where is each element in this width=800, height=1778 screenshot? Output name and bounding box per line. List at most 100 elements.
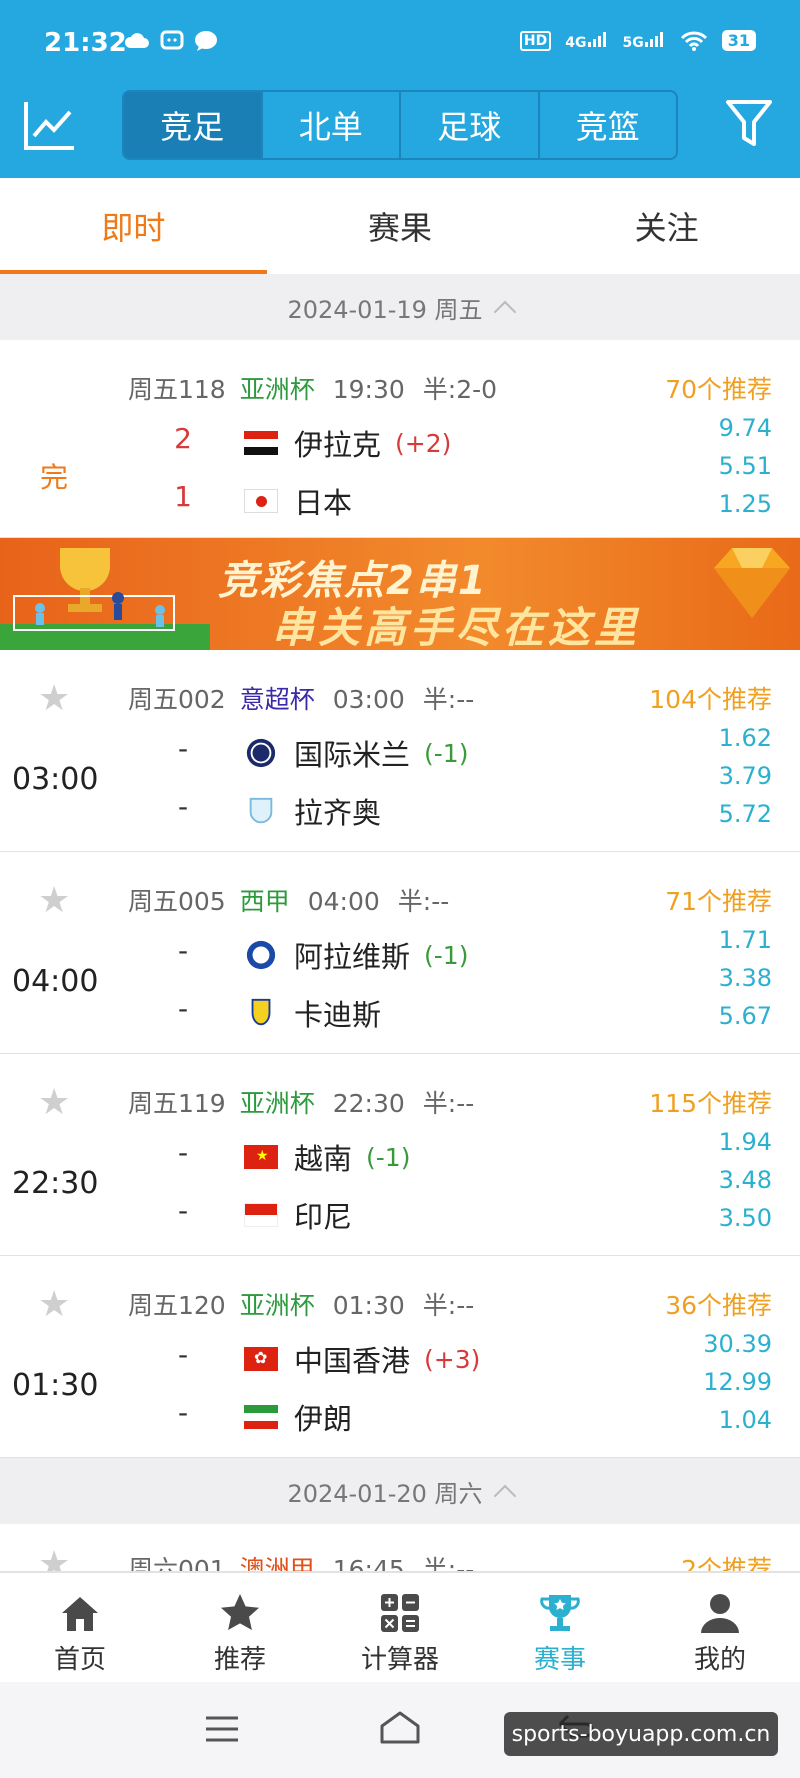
odds-loss[interactable]: 1.25 [719, 490, 772, 518]
watermark: sports-boyuapp.com.cn [504, 1712, 778, 1756]
status-bar: 21:32 HD 4G 5G 31 [0, 0, 800, 88]
kickoff-time: 22:30 [332, 1089, 405, 1118]
odds-draw[interactable]: 5.51 [719, 452, 772, 480]
away-score: - [177, 992, 189, 1025]
match-row[interactable]: 完 周五118 亚洲杯 19:30 半:2-0 70个推荐 2 1 伊拉克 (+2) … [0, 340, 800, 538]
menu-icon[interactable] [204, 1714, 240, 1744]
odds-draw[interactable]: 12.99 [703, 1368, 772, 1396]
odds-loss[interactable]: 1.04 [719, 1406, 772, 1434]
half-score: 半:-- [397, 887, 450, 916]
segment-jingzu[interactable]: 竞足 [124, 92, 263, 158]
match-meta: 周五119 亚洲杯 22:30 半:-- [128, 1084, 474, 1120]
star-icon[interactable]: ★ [38, 1284, 70, 1325]
nav-home[interactable]: 首页 [0, 1573, 160, 1682]
odds-draw[interactable]: 3.38 [719, 964, 772, 992]
vietnam-flag-icon: ★ [244, 1145, 278, 1169]
tab-following[interactable]: 关注 [533, 178, 800, 274]
japan-flag-icon [244, 489, 278, 513]
match-row[interactable]: ★ 04:00 周五005 西甲 04:00 半:-- 71个推荐 - - 阿拉维斯 … [0, 852, 800, 1054]
away-score: - [177, 1194, 189, 1227]
kickoff-time: 16:45 [332, 1555, 405, 1572]
bottom-nav: 首页 推荐 计算器 赛事 我的 [0, 1572, 800, 1682]
home-team-name: 伊拉克 [294, 428, 382, 462]
match-meta: 周五120 亚洲杯 01:30 半:-- [128, 1286, 474, 1322]
match-meta: 周五005 西甲 04:00 半:-- [128, 882, 449, 918]
away-team: 日本 [244, 480, 352, 522]
message-icon [160, 30, 184, 50]
away-score: - [177, 790, 189, 823]
half-score: 半:-- [422, 685, 475, 714]
recommend-count[interactable]: 2个推荐 [681, 1550, 772, 1571]
match-code: 周五005 [128, 887, 226, 916]
recommend-count[interactable]: 115个推荐 [649, 1084, 772, 1120]
match-row[interactable]: ★ 03:00 周五002 意超杯 03:00 半:-- 104个推荐 - - 国际米… [0, 650, 800, 852]
nav-events[interactable]: 赛事 [480, 1573, 640, 1682]
system-indicators: HD 4G 5G 31 [519, 30, 756, 51]
signal-bars-icon [644, 31, 663, 47]
away-team-name: 印尼 [294, 1200, 353, 1234]
odds-loss[interactable]: 3.50 [719, 1204, 772, 1232]
star-icon[interactable]: ★ [38, 1544, 70, 1571]
trend-chart-icon[interactable] [22, 98, 78, 154]
odds-win[interactable]: 1.62 [719, 724, 772, 752]
star-icon[interactable]: ★ [38, 678, 70, 719]
odds-win[interactable]: 9.74 [719, 414, 772, 442]
signal-4g: 4G [565, 31, 608, 51]
segment-jinglan[interactable]: 竞篮 [540, 92, 677, 158]
recommend-count[interactable]: 70个推荐 [665, 370, 772, 406]
alaves-logo-icon [246, 940, 276, 970]
promo-banner[interactable]: 竞彩焦点2串1 串关高手尽在这里 [0, 538, 800, 650]
handicap: (-1) [366, 1142, 411, 1172]
tab-results[interactable]: 赛果 [267, 178, 534, 274]
segment-beidan[interactable]: 北单 [263, 92, 401, 158]
nav-calculator[interactable]: 计算器 [320, 1573, 480, 1682]
inter-milan-logo-icon [246, 738, 276, 768]
league-name: 意超杯 [239, 685, 315, 714]
half-score: 半:-- [422, 1089, 475, 1118]
recommend-count[interactable]: 104个推荐 [649, 680, 772, 716]
match-time: 03:00 [12, 762, 99, 797]
odds-loss[interactable]: 5.72 [719, 800, 772, 828]
away-team: 卡迪斯 [244, 992, 381, 1034]
match-code: 周五118 [128, 375, 226, 404]
star-icon[interactable]: ★ [38, 880, 70, 921]
odds-draw[interactable]: 3.79 [719, 762, 772, 790]
odds-win[interactable]: 30.39 [703, 1330, 772, 1358]
date-header[interactable]: 2024-01-19 周五 [0, 274, 800, 340]
odds-win[interactable]: 1.71 [719, 926, 772, 954]
nav-label: 赛事 [533, 1645, 586, 1675]
odds-win[interactable]: 1.94 [719, 1128, 772, 1156]
nav-recommend[interactable]: 推荐 [160, 1573, 320, 1682]
away-team-name: 卡迪斯 [294, 998, 382, 1032]
segment-football[interactable]: 足球 [401, 92, 540, 158]
match-code: 周五120 [128, 1291, 226, 1320]
recommend-count[interactable]: 36个推荐 [665, 1286, 772, 1322]
nav-profile[interactable]: 我的 [640, 1573, 800, 1682]
recommend-count[interactable]: 71个推荐 [665, 882, 772, 918]
match-row[interactable]: ★ 周六001 澳洲甲 16:45 半:-- 2个推荐 [0, 1524, 800, 1572]
handicap: (-1) [424, 738, 469, 768]
match-time: 01:30 [12, 1368, 99, 1403]
handicap: (+2) [395, 428, 452, 458]
wifi-icon [680, 31, 707, 51]
away-score: 1 [174, 480, 192, 513]
home-button-icon[interactable] [378, 1710, 422, 1746]
hd-indicator: HD [519, 30, 552, 51]
star-icon [221, 1594, 259, 1630]
odds-loss[interactable]: 5.67 [719, 1002, 772, 1030]
home-score: - [177, 934, 189, 967]
match-row[interactable]: ★ 22:30 周五119 亚洲杯 22:30 半:-- 115个推荐 - - ★ 越… [0, 1054, 800, 1256]
match-row[interactable]: ★ 01:30 周五120 亚洲杯 01:30 半:-- 36个推荐 - - ✿ 中国… [0, 1256, 800, 1458]
home-score: - [177, 732, 189, 765]
half-score: 半:-- [422, 1555, 475, 1572]
tab-live[interactable]: 即时 [0, 178, 267, 274]
filter-icon[interactable] [724, 98, 774, 150]
date-header[interactable]: 2024-01-20 周六 [0, 1458, 800, 1524]
home-team-name: 阿拉维斯 [294, 940, 411, 974]
odds-draw[interactable]: 3.48 [719, 1166, 772, 1194]
home-team: 阿拉维斯 (-1) [244, 934, 468, 976]
home-team-name: 中国香港 [294, 1344, 411, 1378]
nav-label: 推荐 [213, 1645, 266, 1675]
nav-label: 我的 [693, 1645, 746, 1675]
star-icon[interactable]: ★ [38, 1082, 70, 1123]
